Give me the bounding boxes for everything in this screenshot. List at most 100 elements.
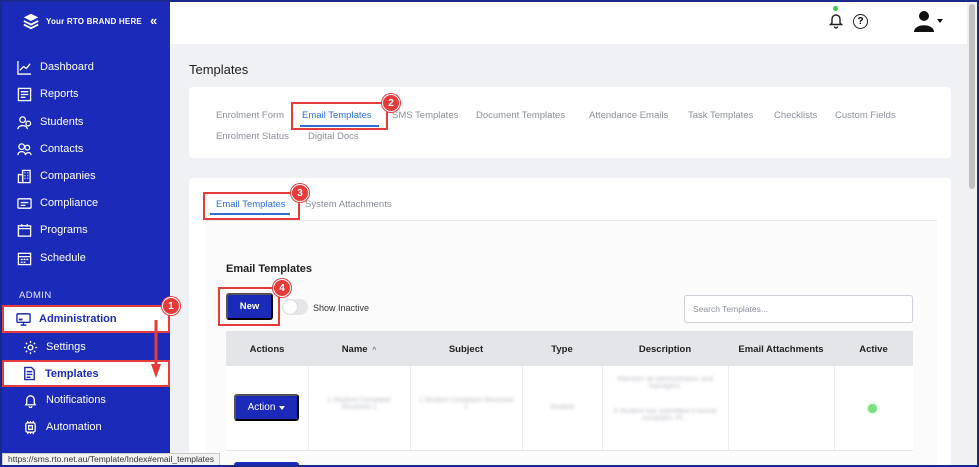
programs-icon xyxy=(16,222,32,238)
arrow-down-icon xyxy=(151,320,161,378)
column-header-email-attachments: Email Attachments xyxy=(738,344,824,355)
sidebar-item-label: Companies xyxy=(40,170,96,182)
sidebar-item-companies[interactable]: Companies xyxy=(16,164,96,188)
automation-icon xyxy=(22,419,38,435)
scrollbar-thumb[interactable] xyxy=(969,4,975,189)
sidebar-item-programs[interactable]: Programs xyxy=(16,218,88,242)
document-icon xyxy=(24,366,35,381)
id-card-icon xyxy=(16,195,32,211)
tab-sms-templates[interactable]: SMS Templates xyxy=(392,110,458,121)
notification-bell-icon[interactable] xyxy=(828,11,844,29)
sidebar-item-contacts[interactable]: Contacts xyxy=(16,137,83,161)
brand-logo-icon xyxy=(23,13,39,30)
chevron-down-icon[interactable] xyxy=(937,19,943,23)
calendar-icon xyxy=(16,250,32,266)
step-marker-2: 2 xyxy=(382,94,400,112)
sidebar-item-label: Reports xyxy=(40,88,79,100)
gear-icon xyxy=(22,339,38,355)
highlight-box-new xyxy=(218,287,280,326)
column-divider xyxy=(522,366,523,451)
sidebar-item-dashboard[interactable]: Dashboard xyxy=(16,55,94,79)
sidebar-item-label: Administration xyxy=(39,313,117,325)
tab-checklists[interactable]: Checklists xyxy=(774,110,817,121)
report-icon xyxy=(16,86,32,102)
tab-document-templates[interactable]: Document Templates xyxy=(476,110,565,121)
tab-digital-docs[interactable]: Digital Docs xyxy=(308,131,359,142)
column-divider xyxy=(728,366,729,451)
help-icon[interactable]: ? xyxy=(853,14,868,29)
column-header-description: Description xyxy=(638,344,692,355)
sidebar-item-label: Students xyxy=(40,116,84,128)
row-action-button[interactable] xyxy=(234,462,299,467)
sidebar-item-label: Programs xyxy=(40,224,88,236)
collapse-sidebar-icon[interactable]: « xyxy=(150,13,157,28)
sidebar-item-compliance[interactable]: Compliance xyxy=(16,191,98,215)
step-marker-4: 4 xyxy=(273,279,291,297)
building-icon xyxy=(16,168,32,184)
page-title: Templates xyxy=(189,62,249,77)
sidebar-item-label: Schedule xyxy=(40,252,86,264)
cell-name: 1 Student Complaint Received 1 xyxy=(327,397,391,411)
column-divider xyxy=(834,366,835,451)
tab-task-templates[interactable]: Task Templates xyxy=(688,110,753,121)
tab-enrolment-status[interactable]: Enrolment Status xyxy=(216,131,289,142)
chart-line-icon xyxy=(16,59,32,75)
active-status-dot xyxy=(868,404,877,413)
sidebar-item-settings[interactable]: Settings xyxy=(22,335,86,359)
sidebar-section-admin: ADMIN xyxy=(19,290,52,301)
column-header-name[interactable]: Name ^ xyxy=(308,344,410,355)
sidebar-item-notifications[interactable]: Notifications xyxy=(22,388,106,412)
sidebar-item-automation[interactable]: Automation xyxy=(22,415,102,439)
sidebar-item-label: Notifications xyxy=(46,394,106,406)
sidebar: Your RTO BRAND HERE « Dashboard Reports … xyxy=(2,2,170,465)
show-inactive-label: Show Inactive xyxy=(313,303,370,313)
sidebar-item-label: Settings xyxy=(46,341,86,353)
toggle-knob xyxy=(283,300,297,314)
sidebar-item-administration[interactable]: Administration xyxy=(2,305,170,333)
column-header-label: Name xyxy=(341,344,368,355)
tab-custom-fields[interactable]: Custom Fields xyxy=(835,110,896,121)
brand-text: Your RTO BRAND HERE xyxy=(46,16,142,26)
bell-icon xyxy=(22,392,38,408)
online-status-dot xyxy=(833,6,838,11)
cell-description-line2: A Student has submitted a formal complai… xyxy=(613,408,717,422)
show-inactive-toggle[interactable] xyxy=(282,299,308,315)
search-templates-input[interactable] xyxy=(684,295,913,323)
top-header: ? xyxy=(170,2,967,44)
cell-subject: 1 Student Complaint Received 1 xyxy=(418,397,514,411)
students-icon xyxy=(16,114,32,130)
step-marker-1: 1 xyxy=(162,297,180,315)
cell-description-line1: Attention all administrators and manager… xyxy=(616,376,714,390)
sort-asc-icon[interactable]: ^ xyxy=(372,347,376,354)
contacts-icon xyxy=(16,141,32,157)
highlight-box-email-templates xyxy=(291,102,388,130)
sidebar-item-label: Contacts xyxy=(40,143,84,155)
tab-enrolment-form[interactable]: Enrolment Form xyxy=(216,110,284,121)
column-divider xyxy=(410,366,411,451)
row-action-button[interactable]: Action xyxy=(234,394,299,421)
column-divider xyxy=(602,366,603,451)
section-title: Email Templates xyxy=(226,263,312,275)
row-action-label: Action xyxy=(247,402,276,413)
scrollbar[interactable] xyxy=(967,2,977,465)
user-avatar-icon[interactable] xyxy=(914,10,934,32)
tab-attendance-emails[interactable]: Attendance Emails xyxy=(589,110,668,121)
sidebar-item-label: Dashboard xyxy=(40,61,94,73)
sidebar-item-label: Automation xyxy=(46,421,102,433)
highlight-box-subtab xyxy=(203,192,300,220)
step-marker-3: 3 xyxy=(291,184,309,202)
column-header-type: Type xyxy=(551,344,573,355)
sidebar-item-label: Templates xyxy=(45,367,99,380)
column-divider xyxy=(308,366,309,451)
sidebar-item-templates[interactable]: Templates xyxy=(2,360,170,387)
brand[interactable]: Your RTO BRAND HERE xyxy=(22,12,142,30)
cell-type: Student xyxy=(549,404,575,411)
status-bar-url: https://sms.rto.net.au/Template/Index#em… xyxy=(2,453,220,466)
sidebar-item-students[interactable]: Students xyxy=(16,110,83,134)
subtab-system-attachments[interactable]: System Attachments xyxy=(305,199,392,210)
column-header-subject: Subject xyxy=(448,344,484,355)
caret-down-icon xyxy=(279,405,286,410)
sidebar-item-reports[interactable]: Reports xyxy=(16,82,79,106)
monitor-icon xyxy=(16,312,31,326)
sidebar-item-schedule[interactable]: Schedule xyxy=(16,246,86,270)
